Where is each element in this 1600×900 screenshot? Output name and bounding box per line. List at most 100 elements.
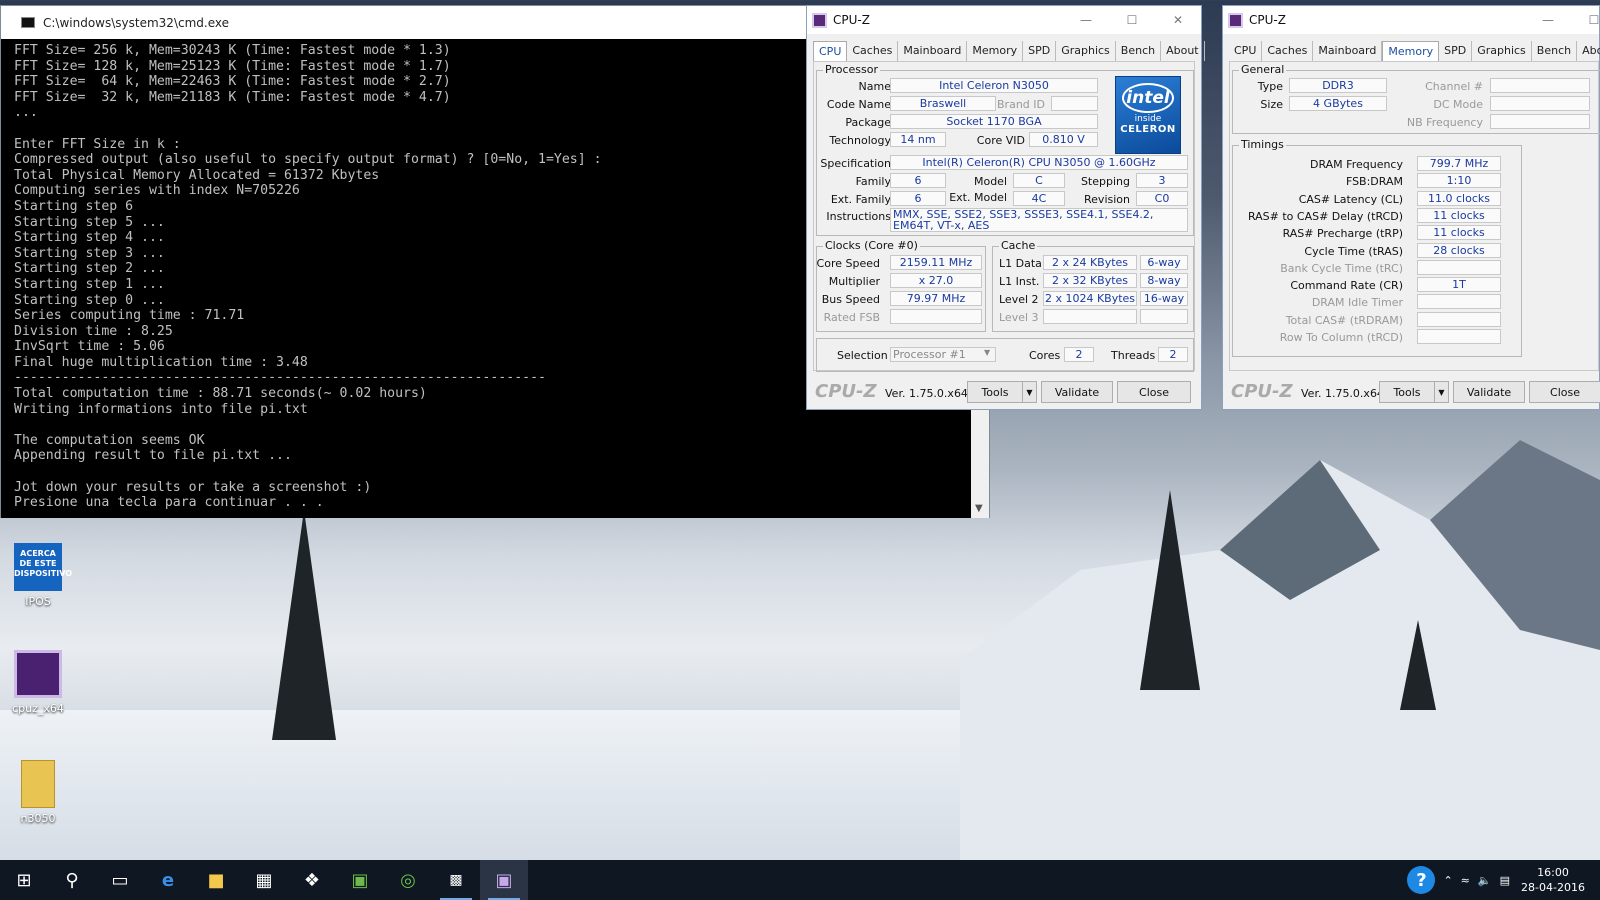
edge-icon[interactable]: e: [144, 860, 192, 900]
dropbox-icon[interactable]: ❖: [288, 860, 336, 900]
version-label: Ver. 1.75.0.x64: [885, 387, 968, 400]
rated-fsb-value: [890, 309, 982, 324]
action-center-icon[interactable]: ▤: [1500, 874, 1510, 887]
nb-frequency-label: NB Frequency: [1406, 116, 1483, 129]
l1-data-way: 6-way: [1140, 255, 1188, 270]
processor-select[interactable]: Processor #1: [890, 347, 996, 362]
tripadvisor-icon[interactable]: ◎: [384, 860, 432, 900]
tab-mainboard[interactable]: Mainboard: [898, 41, 968, 61]
core-speed-value: 2159.11 MHz: [890, 255, 982, 270]
tab-mainboard[interactable]: Mainboard: [1313, 41, 1383, 61]
tab-spd[interactable]: SPD: [1023, 41, 1057, 61]
notepad-icon[interactable]: ▣: [336, 860, 384, 900]
chevron-down-icon[interactable]: ▼: [1022, 382, 1036, 402]
store-icon[interactable]: ▦: [240, 860, 288, 900]
tab-caches[interactable]: Caches: [847, 41, 899, 61]
cache-group: Cache L1 Data 2 x 24 KBytes 6-way L1 Ins…: [992, 239, 1194, 332]
tools-button[interactable]: Tools ▼: [967, 381, 1037, 403]
tab-bench[interactable]: Bench: [1532, 41, 1578, 61]
clock-time: 16:00: [1537, 866, 1569, 879]
chevron-down-icon[interactable]: ▼: [984, 348, 990, 357]
level2-value: 2 x 1024 KBytes: [1043, 291, 1137, 306]
cmd-title: C:\windows\system32\cmd.exe: [43, 15, 229, 30]
ext-family-value: 6: [890, 191, 946, 206]
maximize-icon[interactable]: ☐: [1571, 6, 1600, 34]
minimize-icon[interactable]: —: [1525, 6, 1571, 34]
tab-caches[interactable]: Caches: [1262, 41, 1314, 61]
rated-fsb-label: Rated FSB: [823, 311, 880, 324]
cpuz-cpu-window[interactable]: CPU-Z — ☐ ✕ CPU Caches Mainboard Memory SPD G…: [806, 5, 1205, 410]
desktop-icon-label: cpuz_x64: [12, 702, 64, 715]
tools-button[interactable]: Tools ▼: [1379, 381, 1449, 403]
type-value: DDR3: [1289, 78, 1387, 93]
timing-value: 11 clocks: [1417, 225, 1501, 241]
wifi-icon[interactable]: ≈: [1461, 874, 1470, 887]
desktop-wallpaper-tree: [1140, 490, 1200, 690]
close-button[interactable]: Close: [1117, 381, 1191, 403]
cpuz-icon[interactable]: ▣: [480, 860, 528, 900]
validate-button[interactable]: Validate: [1453, 381, 1525, 403]
tab-cpu[interactable]: CPU: [813, 41, 848, 61]
tab-bench[interactable]: Bench: [1116, 41, 1162, 61]
file-explorer-icon[interactable]: ■: [192, 860, 240, 900]
group-label: Cache: [999, 239, 1038, 252]
timing-value: 1:10: [1417, 173, 1501, 189]
desktop-icon-cpuz[interactable]: cpuz_x64: [8, 650, 68, 715]
task-view-icon[interactable]: ▭: [96, 860, 144, 900]
tab-graphics[interactable]: Graphics: [1056, 41, 1116, 61]
group-label: Clocks (Core #0): [823, 239, 920, 252]
level3-value: [1043, 309, 1137, 324]
maximize-icon[interactable]: ☐: [1109, 6, 1155, 34]
ext-model-value: 4C: [1013, 191, 1065, 206]
tab-spd[interactable]: SPD: [1439, 41, 1473, 61]
desktop-icon-ipos[interactable]: ACERCA DE ESTE DISPOSITIVO IPOS: [8, 543, 72, 608]
close-icon[interactable]: ✕: [1155, 6, 1201, 34]
start-icon[interactable]: ⊞: [0, 860, 48, 900]
search-icon[interactable]: ⚲: [48, 860, 96, 900]
nb-frequency-value: [1490, 114, 1590, 129]
desktop-icon-n3050[interactable]: n3050: [8, 760, 68, 825]
tab-cpu[interactable]: CPU: [1229, 41, 1263, 61]
volume-icon[interactable]: 🔈: [1478, 874, 1492, 887]
cpuz-memory-window[interactable]: CPU-Z — ☐ CPU Caches Mainboard Memory SPD Gra…: [1222, 5, 1600, 410]
console-line: Presione una tecla para continuar . . .: [14, 495, 324, 511]
chevron-down-icon[interactable]: ▼: [1434, 382, 1448, 402]
timing-label: FSB:DRAM: [1345, 175, 1403, 189]
cpuz-titlebar[interactable]: CPU-Z — ☐: [1223, 6, 1599, 34]
bus-speed-value: 79.97 MHz: [890, 291, 982, 306]
validate-button[interactable]: Validate: [1041, 381, 1113, 403]
help-icon[interactable]: ?: [1407, 866, 1436, 894]
timing-label: Row To Column (tRCD): [1279, 331, 1403, 344]
tab-about[interactable]: About: [1161, 41, 1205, 61]
intel-inside-text: inside: [1134, 114, 1162, 124]
tab-memory[interactable]: Memory: [1382, 41, 1440, 61]
timing-value: [1417, 329, 1501, 344]
model-value: C: [1013, 173, 1065, 188]
window-title: CPU-Z: [1249, 13, 1286, 27]
technology-value: 14 nm: [890, 132, 946, 147]
l1-data-value: 2 x 24 KBytes: [1043, 255, 1137, 270]
tab-memory[interactable]: Memory: [967, 41, 1024, 61]
taskbar-clock[interactable]: 16:00 28-04-2016: [1518, 865, 1588, 895]
revision-value: C0: [1136, 191, 1188, 206]
level3-label: Level 3: [999, 311, 1039, 324]
cpuz-titlebar[interactable]: CPU-Z — ☐ ✕: [807, 6, 1201, 34]
cmd-icon[interactable]: ▩: [432, 860, 480, 900]
scroll-down-arrow-icon[interactable]: ▼: [975, 503, 983, 514]
chevron-up-icon[interactable]: ⌃: [1443, 874, 1452, 887]
tab-graphics[interactable]: Graphics: [1472, 41, 1532, 61]
tab-bar: CPU Caches Mainboard Memory SPD Graphics Bench…: [1229, 41, 1600, 61]
desktop-icon-label: n3050: [20, 812, 56, 825]
close-button[interactable]: Close: [1529, 381, 1600, 403]
group-label: General: [1239, 63, 1287, 76]
cpuz-footer: CPU-Z Ver. 1.75.0.x64 Tools ▼ Validate C…: [1223, 373, 1600, 409]
minimize-icon[interactable]: —: [1063, 6, 1109, 34]
desktop-wallpaper-mountains: [960, 440, 1600, 860]
timing-label: Cycle Time (tRAS): [1304, 244, 1403, 258]
tab-about[interactable]: About: [1577, 41, 1600, 61]
size-value: 4 GBytes: [1289, 96, 1387, 111]
type-label: Type: [1257, 80, 1283, 93]
core-vid-value: 0.810 V: [1029, 132, 1098, 147]
